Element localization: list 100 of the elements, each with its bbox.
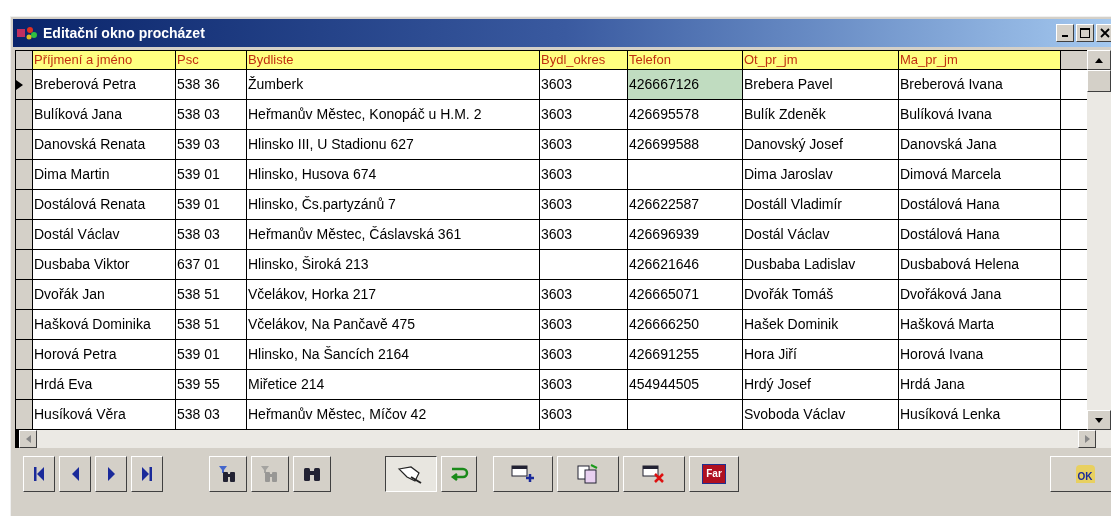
close-button[interactable] [1096, 24, 1111, 42]
column-header[interactable]: Příjmení a jméno [33, 50, 176, 70]
table-cell: Včelákov, Horka 217 [247, 280, 540, 310]
row-indicator[interactable] [15, 310, 33, 340]
table-cell: 538 51 [176, 310, 247, 340]
table-cell: 3603 [540, 100, 628, 130]
app-icon [17, 25, 39, 41]
vertical-scrollbar[interactable] [1087, 50, 1111, 430]
table-cell: 539 01 [176, 160, 247, 190]
binoculars-filter-icon [260, 465, 280, 483]
table-cell: 3603 [540, 130, 628, 160]
row-indicator[interactable] [15, 250, 33, 280]
table-cell: Dusbaba Ladislav [743, 250, 899, 280]
minimize-button[interactable] [1056, 24, 1074, 42]
table-cell: 3603 [540, 70, 628, 100]
row-indicator[interactable] [15, 280, 33, 310]
column-header[interactable]: Bydliste [247, 50, 540, 70]
table-cell: Danovská Renata [33, 130, 176, 160]
column-header[interactable]: Bydl_okres [540, 50, 628, 70]
table-cell: Dimová Marcela [899, 160, 1061, 190]
table-cell: 3603 [540, 280, 628, 310]
table-cell: Hlinsko, Na Šancích 2164 [247, 340, 540, 370]
table-cell: Danovský Josef [743, 130, 899, 160]
table-cell: Hašková Marta [899, 310, 1061, 340]
row-indicator[interactable] [15, 70, 33, 100]
folder-ok-icon: OK [1075, 465, 1095, 483]
table-cell: Dostál Václav [33, 220, 176, 250]
table-cell: 426696939 [628, 220, 743, 250]
table-cell: Dusbabová Helena [899, 250, 1061, 280]
row-indicator[interactable] [15, 370, 33, 400]
row-indicator[interactable] [15, 340, 33, 370]
row-indicator[interactable] [15, 100, 33, 130]
table-cell: Breberová Petra [33, 70, 176, 100]
table-cell: Dvořák Jan [33, 280, 176, 310]
table-cell: Dostáll Vladimír [743, 190, 899, 220]
table-cell: 426665071 [628, 280, 743, 310]
table-cell: 426667126 [628, 70, 743, 100]
first-record-icon [33, 466, 45, 482]
table-cell: Husíková Věra [33, 400, 176, 430]
table-cell: Hlinsko, Široká 213 [247, 250, 540, 280]
table-cell: Dostálová Renata [33, 190, 176, 220]
column-header[interactable]: Ot_pr_jm [743, 50, 899, 70]
table-cell: Danovská Jana [899, 130, 1061, 160]
table-cell: Hašková Dominika [33, 310, 176, 340]
column-header[interactable]: Telefon [628, 50, 743, 70]
table-cell: Hrdá Jana [899, 370, 1061, 400]
column-header[interactable]: Ma_pr_jm [899, 50, 1061, 70]
table-cell: 538 36 [176, 70, 247, 100]
table-cell: Brebera Pavel [743, 70, 899, 100]
scroll-thumb[interactable] [1087, 70, 1111, 92]
maximize-button[interactable] [1076, 24, 1094, 42]
previous-icon [70, 467, 80, 481]
table-cell: 426695578 [628, 100, 743, 130]
table-cell: 539 01 [176, 190, 247, 220]
table-cell: 454944505 [628, 370, 743, 400]
close-icon [1100, 28, 1110, 38]
table-cell: Dima Martin [33, 160, 176, 190]
copy-records-icon [577, 464, 599, 484]
table-cell: Bulíková Jana [33, 100, 176, 130]
next-icon [106, 467, 116, 481]
table-cell: Dusbaba Viktor [33, 250, 176, 280]
binoculars-icon [302, 466, 322, 482]
table-cell: Žumberk [247, 70, 540, 100]
report-icon: Far [702, 464, 726, 484]
table-cell: 538 03 [176, 100, 247, 130]
row-indicator[interactable] [15, 400, 33, 430]
table-cell: Dvořáková Jana [899, 280, 1061, 310]
row-indicator[interactable] [15, 190, 33, 220]
horizontal-scrollbar[interactable] [15, 430, 1111, 448]
row-indicator[interactable] [15, 160, 33, 190]
table-cell: 539 55 [176, 370, 247, 400]
toolbar-button[interactable] [385, 456, 437, 492]
table-cell: 539 03 [176, 130, 247, 160]
row-indicator[interactable] [15, 220, 33, 250]
table-cell: Horová Ivana [899, 340, 1061, 370]
table-cell: Miřetice 214 [247, 370, 540, 400]
scroll-up-button[interactable] [1087, 50, 1111, 70]
last-record-icon [141, 466, 153, 482]
table-cell: 3603 [540, 220, 628, 250]
table-cell: Dostál Václav [743, 220, 899, 250]
table-cell: Hašek Dominik [743, 310, 899, 340]
toolbar-button[interactable]: OK [1050, 456, 1111, 492]
row-indicator[interactable] [15, 130, 33, 160]
row-header-corner [15, 50, 33, 70]
scroll-left-button[interactable] [19, 430, 37, 448]
table-cell: Dostálová Hana [899, 190, 1061, 220]
right-arrow-icon [1084, 435, 1090, 443]
table-cell: 426691255 [628, 340, 743, 370]
scroll-down-button[interactable] [1087, 410, 1111, 430]
table-cell: Heřmanův Městec, Míčov 42 [247, 400, 540, 430]
scroll-right-button[interactable] [1078, 430, 1096, 448]
table-cell: 3603 [540, 400, 628, 430]
table-cell: 3603 [540, 310, 628, 340]
add-record-icon [511, 464, 535, 484]
table-cell: Hlinsko, Husova 674 [247, 160, 540, 190]
undo-arrow-icon [449, 465, 469, 483]
table-cell: 426666250 [628, 310, 743, 340]
toolbar-button[interactable]: Far [689, 456, 739, 492]
table-cell: Svoboda Václav [743, 400, 899, 430]
column-header[interactable]: Psc [176, 50, 247, 70]
